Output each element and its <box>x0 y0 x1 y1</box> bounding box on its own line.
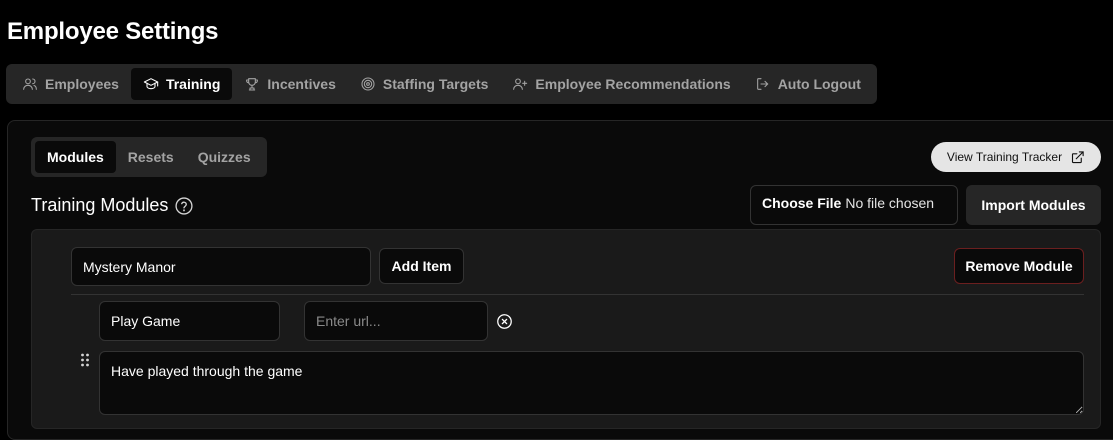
remove-module-button[interactable]: Remove Module <box>954 248 1084 284</box>
target-icon <box>361 77 375 91</box>
choose-file-button[interactable]: Choose File <box>762 195 841 211</box>
sub-tab-bar: Modules Resets Quizzes <box>31 137 267 177</box>
add-item-button[interactable]: Add Item <box>379 248 464 284</box>
drag-handle-icon[interactable] <box>80 353 90 367</box>
tab-label: Employees <box>45 76 119 92</box>
tab-label: Employee Recommendations <box>535 76 731 92</box>
tab-label: Staffing Targets <box>382 76 489 92</box>
tab-label: Training <box>165 76 221 92</box>
file-status: No file chosen <box>845 195 935 211</box>
tab-employee-recommendations[interactable]: Employee Recommendations <box>500 68 742 100</box>
tab-quizzes[interactable]: Quizzes <box>186 141 263 173</box>
help-circle-icon[interactable] <box>174 196 194 216</box>
tab-incentives[interactable]: Incentives <box>232 68 347 100</box>
clear-url-icon[interactable] <box>496 313 513 330</box>
user-plus-icon <box>513 78 528 90</box>
tab-label: Auto Logout <box>777 76 861 92</box>
graduation-cap-icon <box>143 78 159 90</box>
logout-icon <box>756 78 768 90</box>
tab-auto-logout[interactable]: Auto Logout <box>743 68 873 100</box>
section-title-text: Training Modules <box>31 195 169 215</box>
tab-modules[interactable]: Modules <box>35 141 116 173</box>
item-description-textarea[interactable]: Have played through the game <box>99 351 1084 415</box>
item-url-input[interactable] <box>304 301 488 341</box>
view-training-tracker-button[interactable]: View Training Tracker <box>931 142 1101 172</box>
top-tab-bar: Employees Training Incentives Staffing T… <box>6 64 877 104</box>
external-link-icon <box>1072 150 1084 163</box>
x-circle-icon <box>497 314 512 329</box>
users-icon <box>23 78 37 90</box>
tab-training[interactable]: Training <box>130 68 233 100</box>
page-title: Employee Settings <box>7 18 219 45</box>
item-title-input[interactable] <box>99 301 280 341</box>
trophy-icon <box>246 78 259 91</box>
tab-employees[interactable]: Employees <box>10 68 131 100</box>
section-title: Training Modules <box>31 195 194 216</box>
file-input[interactable]: Choose File No file chosen <box>750 185 958 225</box>
divider <box>71 294 1084 295</box>
tracker-button-label: View Training Tracker <box>946 150 1063 164</box>
module-name-input[interactable] <box>71 247 371 286</box>
tab-resets[interactable]: Resets <box>116 141 186 173</box>
tab-label: Incentives <box>267 76 336 92</box>
tab-staffing-targets[interactable]: Staffing Targets <box>348 68 501 100</box>
import-modules-button[interactable]: Import Modules <box>966 185 1101 225</box>
